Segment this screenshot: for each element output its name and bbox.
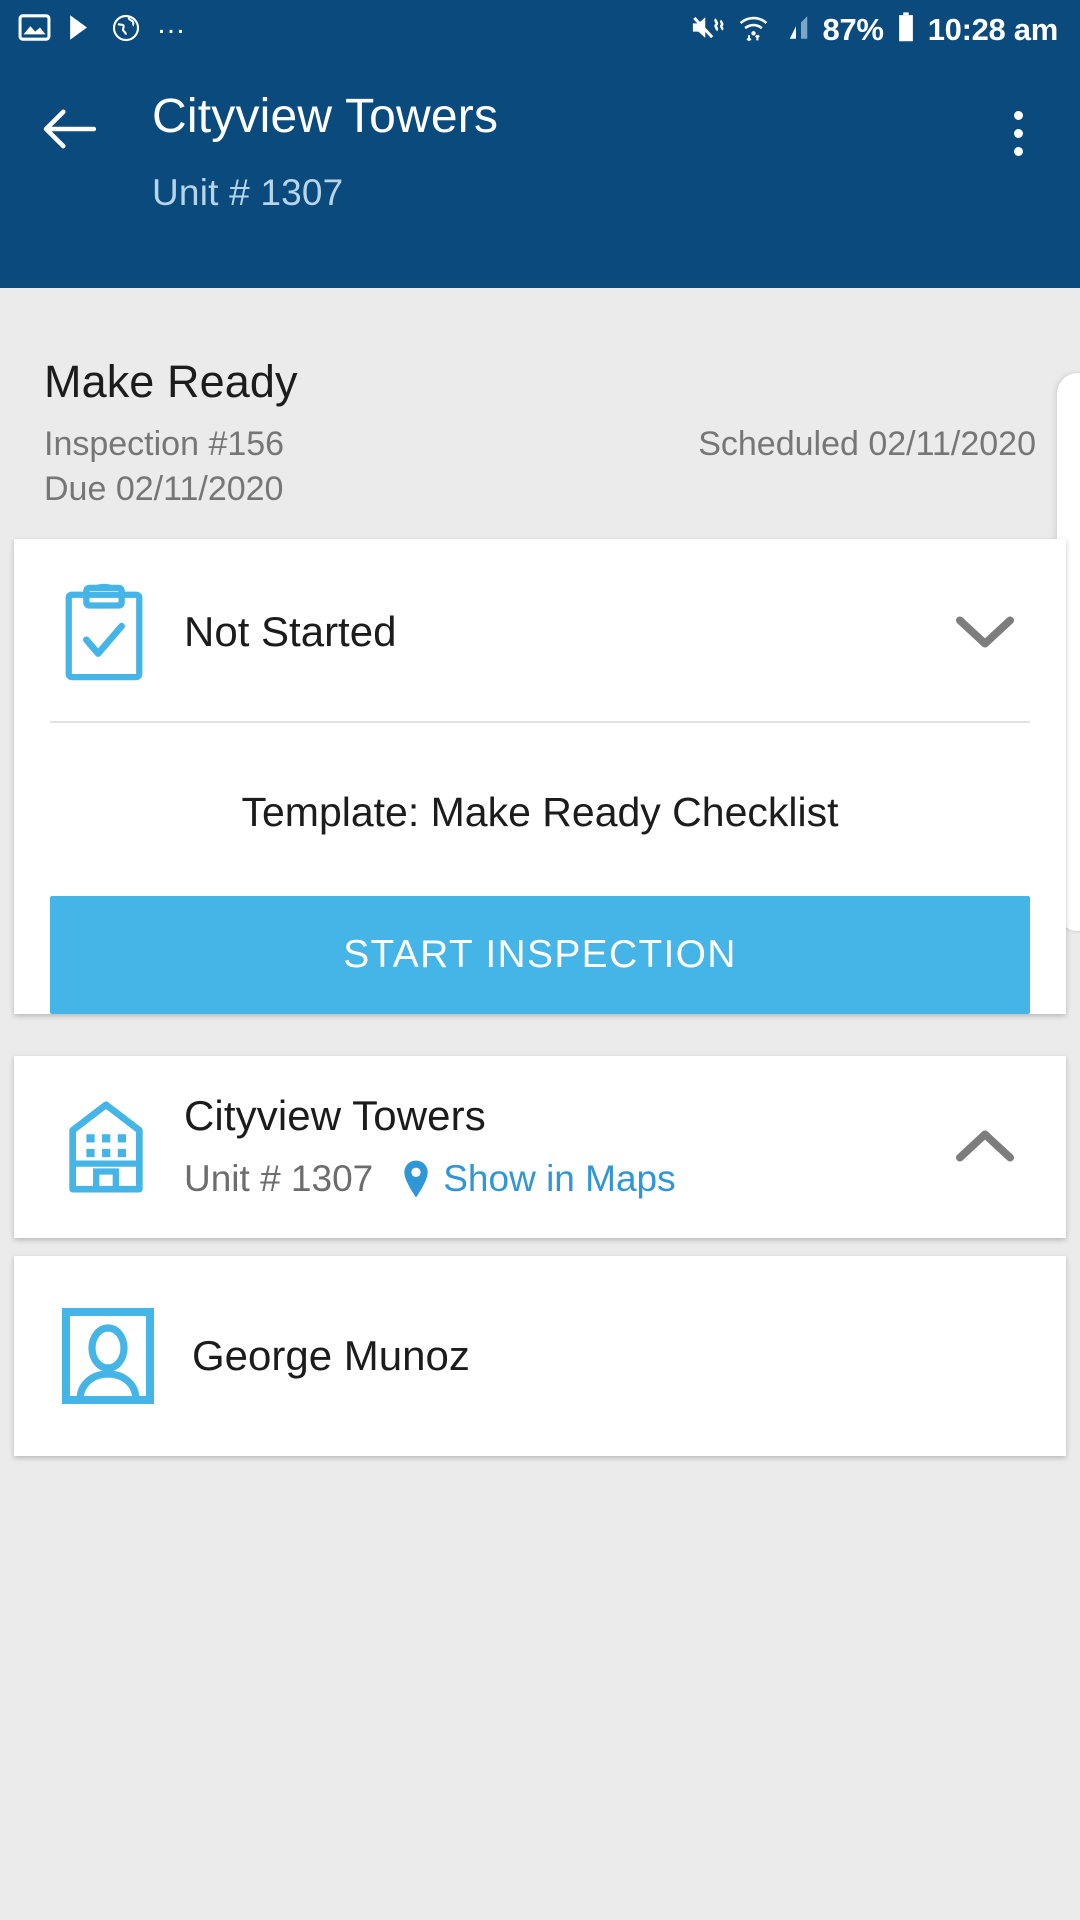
status-bar: … 87% 10:28 am [0, 0, 1080, 60]
show-in-maps-link[interactable]: Show in Maps [443, 1158, 675, 1200]
status-card-header[interactable]: Not Started [14, 539, 1066, 721]
inspection-status-label: Not Started [184, 608, 397, 655]
person-name: George Munoz [192, 1332, 470, 1379]
clipboard-check-icon [60, 583, 156, 681]
cellular-signal-icon [781, 12, 811, 48]
more-vertical-icon-dot-2 [1013, 128, 1023, 138]
image-icon [18, 11, 51, 49]
more-vertical-icon-dot-3 [1013, 146, 1023, 156]
property-card-collapse-button[interactable] [940, 1111, 1030, 1181]
property-unit: Unit # 1307 [184, 1158, 374, 1199]
template-label: Template: Make Ready Checklist [241, 789, 839, 835]
start-inspection-button[interactable]: START INSPECTION [50, 896, 1030, 1014]
battery-icon [896, 11, 916, 49]
status-card-expand-button[interactable] [940, 597, 1030, 667]
more-vertical-icon-dot-1 [1013, 110, 1023, 120]
more-notifications-icon: … [156, 7, 188, 40]
person-card[interactable]: George Munoz [14, 1256, 1066, 1456]
app-bar-titles: Cityview Towers Unit # 1307 [152, 90, 1046, 214]
wifi-data-icon [738, 11, 769, 49]
inspection-status-card: Not Started Template: Make Ready Checkli… [14, 539, 1066, 1014]
volume-mute-vibrate-icon [690, 11, 726, 49]
inspection-due: Due 02/11/2020 [44, 470, 284, 508]
contact-card-icon [60, 1308, 156, 1404]
inspection-summary: Make Ready Inspection #156 Scheduled 02/… [0, 288, 1080, 509]
battery-percent: 87% [822, 12, 884, 47]
inspection-scheduled: Scheduled 02/11/2020 [698, 425, 1036, 463]
chevron-down-icon [956, 616, 1014, 648]
person-card-header[interactable]: George Munoz [14, 1256, 1066, 1456]
property-card-header[interactable]: Cityview Towers Unit # 1307 Show in Maps [14, 1056, 1066, 1238]
status-bar-right-icons: 87% 10:28 am [690, 11, 1058, 49]
app-bar: Cityview Towers Unit # 1307 [0, 60, 1080, 288]
property-name: Cityview Towers [184, 1092, 486, 1139]
overflow-menu-button[interactable] [988, 98, 1048, 168]
arrow-left-icon [43, 109, 96, 149]
building-icon [60, 1095, 156, 1197]
back-button[interactable] [34, 94, 104, 164]
map-pin-icon[interactable] [401, 1159, 431, 1199]
chevron-up-icon [956, 1130, 1014, 1162]
page-subtitle: Unit # 1307 [152, 172, 344, 214]
inspection-title: Make Ready [44, 356, 298, 407]
play-store-icon [65, 11, 96, 49]
inspection-number: Inspection #156 [44, 425, 285, 463]
property-card: Cityview Towers Unit # 1307 Show in Maps [14, 1056, 1066, 1238]
globe-sync-icon [110, 12, 142, 49]
status-bar-left-icons: … [18, 7, 188, 49]
content-scroll-area[interactable]: Make Ready Inspection #156 Scheduled 02/… [0, 288, 1080, 1920]
status-bar-clock: 10:28 am [927, 12, 1059, 47]
page-title: Cityview Towers [152, 90, 499, 143]
